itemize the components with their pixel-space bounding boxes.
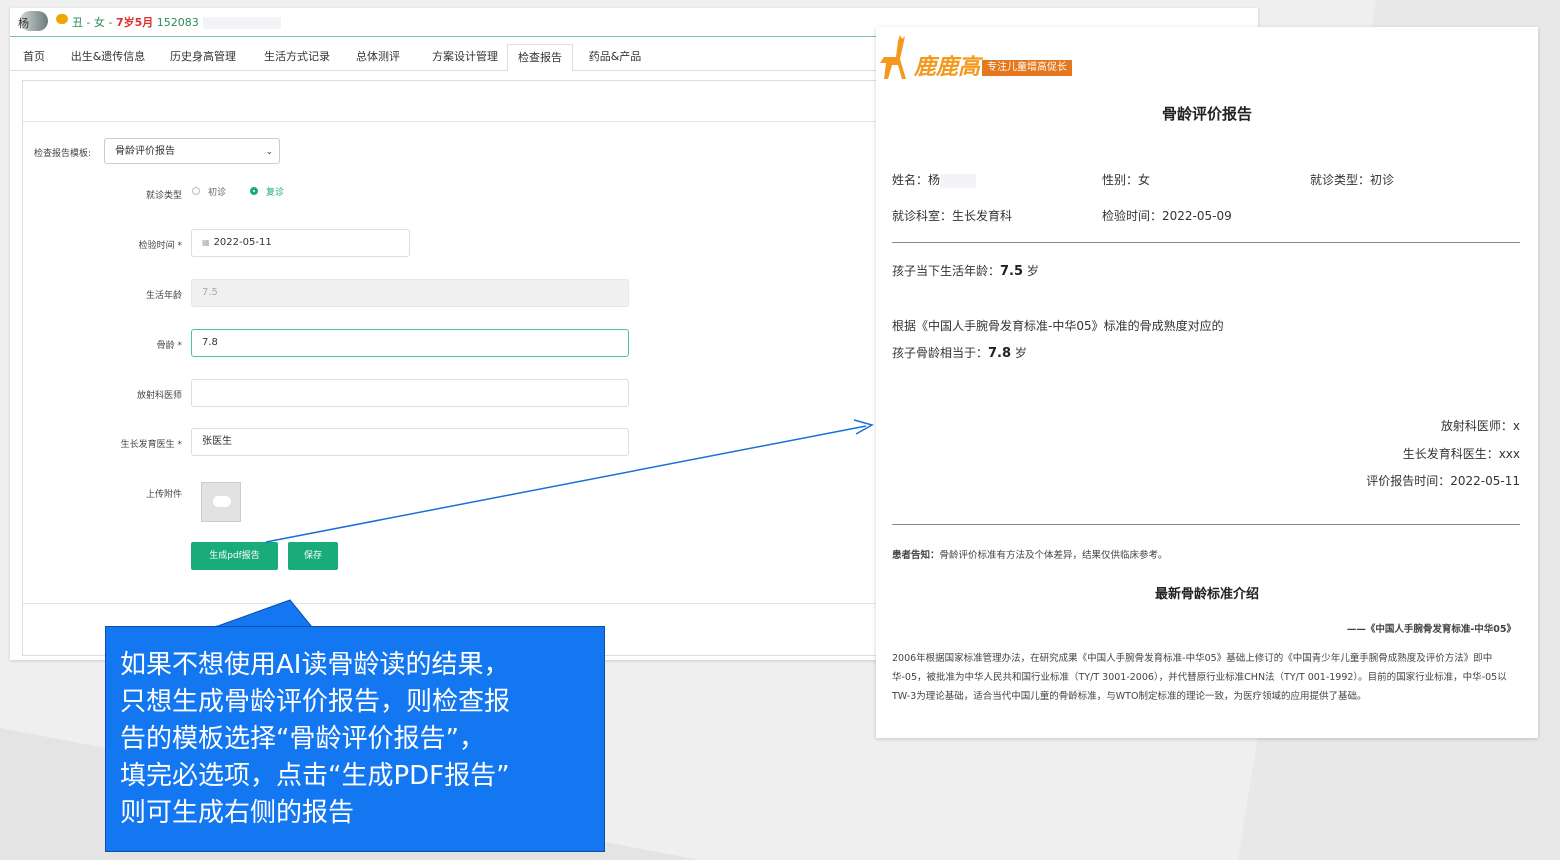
report-title: 骨龄评价报告 bbox=[1161, 105, 1252, 123]
bone-age-value: 7.8 bbox=[988, 346, 1012, 361]
patient-notice: 患者告知：骨龄评价标准有方法及个体差异，结果仅供临床参考。 bbox=[892, 547, 1168, 561]
redacted-block bbox=[940, 173, 977, 188]
giraffe-logo-icon bbox=[880, 35, 906, 79]
divider bbox=[892, 242, 1520, 243]
report-time-field: 评价报告时间：2022-05-11 bbox=[1366, 474, 1520, 488]
growth-doctor-field: 生长发育科医生：xxx bbox=[1402, 447, 1520, 461]
visit-type-field: 就诊类型：初诊 bbox=[1310, 173, 1395, 187]
basis-text: 根据《中国人手腕骨发育标准-中华05》标准的骨成熟度对应的 bbox=[892, 319, 1224, 333]
callout-box: 如果不想使用AI读骨龄读的结果， 只想生成骨龄评价报告，则检查报 告的模板选择“… bbox=[105, 626, 605, 852]
section-body: 2006年根据国家标准管理办法，在研究成果《中国人手腕骨发育标准-中华05》基础… bbox=[892, 653, 1507, 702]
brand-logo-text: 鹿鹿高 bbox=[914, 55, 981, 80]
test-time-field: 检验时间：2022-05-09 bbox=[1102, 209, 1232, 223]
notice-text: 骨龄评价标准有方法及个体差异，结果仅供临床参考。 bbox=[939, 550, 1168, 561]
report-document: 鹿鹿高 专注儿童增高促长 骨龄评价报告 姓名：杨 性别：女 就诊类型：初诊 就诊… bbox=[876, 27, 1538, 738]
life-age-prefix: 孩子当下生活年龄： bbox=[892, 264, 1001, 278]
life-age-line: 孩子当下生活年龄：7.5 岁 bbox=[892, 262, 1039, 279]
life-age-value: 7.5 bbox=[1000, 264, 1024, 279]
bone-age-unit: 岁 bbox=[1011, 346, 1027, 360]
patient-name: 姓名：杨 bbox=[892, 171, 977, 188]
patient-name-text: 姓名：杨 bbox=[892, 173, 941, 187]
divider bbox=[892, 524, 1520, 525]
department-field: 就诊科室：生长发育科 bbox=[892, 209, 1013, 223]
callout-text: 如果不想使用AI读骨龄读的结果， 只想生成骨龄评价报告，则检查报 告的模板选择“… bbox=[120, 650, 511, 828]
life-age-unit: 岁 bbox=[1023, 264, 1039, 278]
brand-tagline: 专注儿童增高促长 bbox=[982, 60, 1072, 76]
section-source: ——《中国人手腕骨发育标准-中华05》 bbox=[1346, 624, 1516, 635]
section-title: 最新骨龄标准介绍 bbox=[1154, 587, 1259, 602]
notice-heading: 患者告知： bbox=[892, 550, 940, 561]
radiologist-field: 放射科医师：x bbox=[1440, 419, 1520, 433]
annotation-arrow-line bbox=[265, 425, 867, 543]
bone-age-line: 孩子骨龄相当于：7.8 岁 bbox=[892, 344, 1027, 361]
callout-pointer bbox=[214, 599, 314, 628]
patient-gender-field: 性别：女 bbox=[1102, 173, 1151, 187]
bone-age-prefix: 孩子骨龄相当于： bbox=[892, 346, 989, 360]
